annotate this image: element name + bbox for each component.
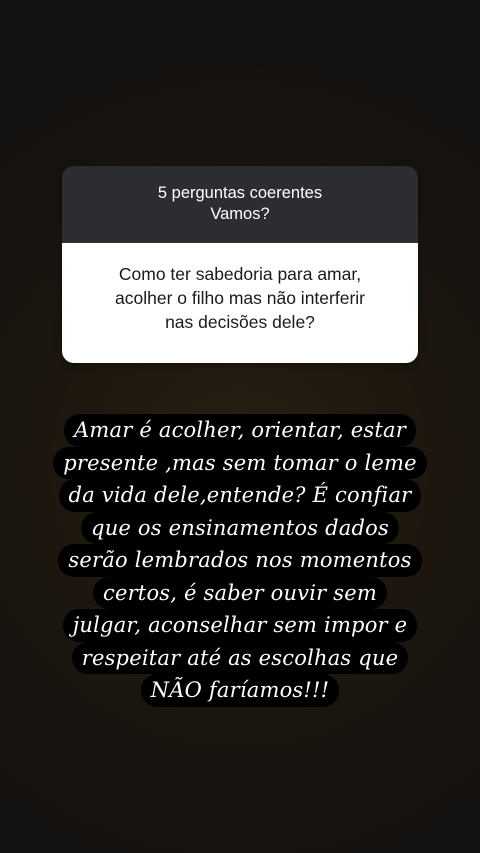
question-sticker-header: 5 perguntas coerentes Vamos? (62, 166, 418, 243)
question-sticker[interactable]: 5 perguntas coerentes Vamos? Como ter sa… (62, 166, 418, 363)
answer-text-line: serão lembrados nos momentos (58, 544, 422, 577)
question-text-line: Como ter sabedoria para amar, (118, 264, 362, 284)
answer-text-line: respeitar até as escolhas que (71, 641, 409, 674)
question-sticker-title: 5 perguntas coerentes (157, 184, 323, 202)
question-text-line: nas decisões dele? (165, 312, 315, 332)
question-sticker-body: Como ter sabedoria para amar, acolher o … (62, 243, 418, 363)
answer-text-line: NÃO faríamos!!! (140, 674, 340, 707)
question-text-line: acolher o filho mas não interferir (115, 288, 365, 308)
question-sticker-subtitle: Vamos? (210, 205, 270, 223)
answer-text-line: presente ,mas sem tomar o leme (53, 446, 427, 479)
answer-text-line: da vida dele,entende? É confiar (58, 479, 422, 512)
answer-text-line: que os ensinamentos dados (81, 511, 399, 544)
answer-text-line: Amar é acolher, orientar, estar (64, 414, 416, 447)
answer-text-line: julgar, aconselhar sem impor e (62, 609, 418, 642)
answer-text-block: Amar é acolher, orientar, estar presente… (24, 414, 456, 707)
answer-text-line: certos, é saber ouvir sem (92, 576, 387, 609)
story-canvas: 5 perguntas coerentes Vamos? Como ter sa… (0, 0, 480, 853)
